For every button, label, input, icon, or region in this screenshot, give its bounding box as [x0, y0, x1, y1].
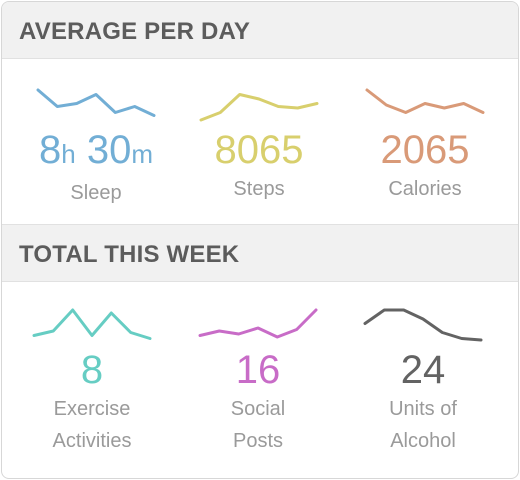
sleep-minutes-unit: m — [131, 139, 153, 169]
alcohol-stat: 24 Units of Alcohol — [339, 308, 507, 456]
steps-value: 8065 — [214, 128, 304, 172]
alcohol-value: 24 — [400, 348, 446, 392]
calories-sparkline — [365, 88, 485, 114]
alcohol-label-line1: Units of — [389, 398, 457, 420]
steps-label: Steps — [233, 178, 285, 200]
alcohol-sparkline — [363, 308, 483, 342]
sleep-label: Sleep — [70, 182, 122, 204]
exercise-stat: 8 Exercise Activities — [8, 308, 176, 456]
sleep-value: 8h 30m — [12, 128, 180, 176]
sleep-hours: 8 — [38, 128, 62, 172]
sleep-minutes: 30 — [86, 128, 132, 172]
social-label-line1: Social — [230, 398, 286, 420]
steps-trend-line — [199, 93, 319, 122]
steps-stat: 8065 Steps — [175, 88, 343, 204]
sleep-stat: 8h 30m Sleep — [12, 88, 180, 208]
weekly-stats-card: AVERAGE PER DAY 8h 30m Sleep 8065 Steps … — [1, 1, 519, 479]
social-sparkline — [198, 308, 318, 339]
total-this-week-title: TOTAL THIS WEEK — [19, 241, 240, 268]
average-per-day-title: AVERAGE PER DAY — [19, 18, 251, 45]
calories-label: Calories — [388, 178, 462, 200]
calories-trend-line — [365, 88, 485, 114]
sleep-hours-unit: h — [61, 139, 76, 169]
calories-stat: 2065 Calories — [341, 88, 509, 204]
average-per-day-header: AVERAGE PER DAY — [2, 2, 518, 59]
social-label-line2: Posts — [232, 430, 284, 452]
alcohol-label-line2: Alcohol — [390, 430, 456, 452]
sleep-sparkline — [36, 88, 156, 117]
exercise-value: 8 — [80, 348, 104, 392]
total-this-week-header: TOTAL THIS WEEK — [2, 224, 518, 282]
sleep-trend-line — [36, 88, 156, 117]
social-stat: 16 Social Posts — [174, 308, 342, 456]
social-trend-line — [198, 308, 318, 339]
calories-value: 2065 — [380, 128, 470, 172]
social-value: 16 — [235, 348, 281, 392]
steps-sparkline — [199, 93, 319, 122]
exercise-sparkline — [32, 308, 152, 340]
exercise-label-line2: Activities — [52, 430, 132, 452]
alcohol-trend-line — [363, 308, 483, 342]
exercise-trend-line — [32, 308, 152, 340]
exercise-label-line1: Exercise — [53, 398, 131, 420]
